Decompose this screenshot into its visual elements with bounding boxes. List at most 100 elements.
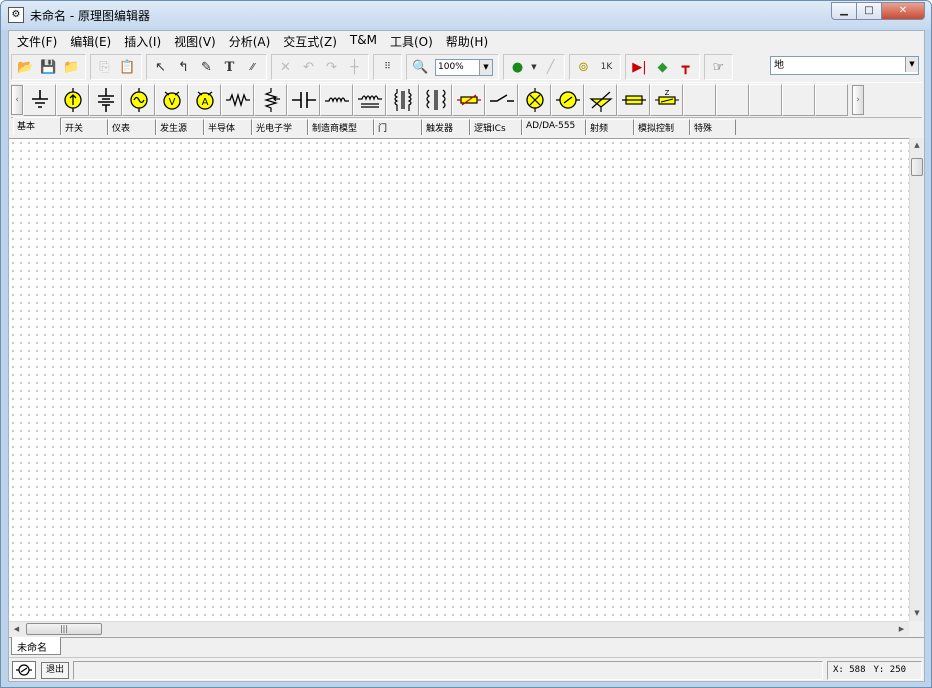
schematic-app-icon[interactable]: ⚙ [8,7,24,23]
led-tool-button[interactable]: ◆ [651,56,674,79]
title-bar[interactable]: ⚙ 未命名 - 原理图编辑器 ▁ □ ✕ [1,1,931,30]
open-button[interactable]: 📁 [60,56,83,79]
part-slot-empty [683,84,716,116]
tab-rf[interactable]: 射频 [586,119,634,135]
part-button[interactable] [221,84,254,116]
voltmeter-tool-button[interactable]: ⊚ [572,56,595,79]
chevron-down-icon[interactable]: ▼ [905,57,918,72]
tab-logic-ics[interactable]: 逻辑ICs [470,119,522,135]
horizontal-scrollbar[interactable]: ◀ ||| ▶ [9,621,909,636]
grid-toggle-button[interactable]: ⠿ [376,56,399,79]
tab-flip-flops[interactable]: 触发器 [422,119,470,135]
vertical-scroll-thumb[interactable] [911,158,923,176]
paste-button[interactable]: 📋 [116,56,139,79]
part-button[interactable] [551,84,584,116]
diode-tool-button[interactable]: ▶| [628,56,651,79]
vertical-scrollbar[interactable]: ▲ ▼ [909,138,924,621]
undo-button[interactable]: ↶ [297,56,320,79]
minimize-button[interactable]: ▁ [831,2,857,20]
zoom-select[interactable]: 100% ▼ [435,58,493,76]
scroll-right-icon[interactable]: ▶ [894,622,909,637]
part-button[interactable] [320,84,353,116]
probe-button[interactable]: ╱ [539,56,562,79]
ac-voltage-source-icon [129,88,148,112]
maximize-button[interactable]: □ [856,2,882,20]
part-button[interactable] [452,84,485,116]
tab-analog-control[interactable]: 模拟控制 [634,119,690,135]
part-button[interactable] [485,84,518,116]
menu-insert[interactable]: 插入(I) [118,31,168,51]
tab-basic[interactable]: 基本 [13,117,61,135]
cursor-y: Y: 250 [873,665,907,675]
zoom-value: 100% [438,61,464,72]
tab-ad-da-555[interactable]: AD/DA-555 [522,119,586,135]
menu-edit[interactable]: 编辑(E) [64,31,118,51]
part-button[interactable] [23,84,56,116]
text-tool-button[interactable]: T [218,56,241,79]
part-button[interactable]: V [155,84,188,116]
open-folder-button[interactable]: 📂 [14,56,37,79]
chevron-down-icon: ▼ [531,63,537,71]
part-button[interactable] [584,84,617,116]
select-tool-button[interactable]: ↖ [149,56,172,79]
svg-text:V: V [168,97,175,108]
pencil-tool-button[interactable]: ✎ [195,56,218,79]
delete-button[interactable]: ✕ [274,56,297,79]
ohmmeter-tool-button[interactable]: 1K [595,56,618,79]
chevron-down-icon[interactable]: ▼ [479,59,492,75]
part-button[interactable] [617,84,650,116]
part-button[interactable]: Z [650,84,683,116]
redo-button[interactable]: ↷ [320,56,343,79]
net-label-select[interactable]: 地 ▼ [770,56,919,75]
parts-scroll-right[interactable]: › [852,85,864,115]
junction-button[interactable]: ┼ [343,56,366,79]
scroll-left-icon[interactable]: ◀ [9,622,24,637]
part-button[interactable] [254,84,287,116]
horizontal-scroll-thumb[interactable]: ||| [26,623,102,635]
net-label-value: 地 [774,60,784,71]
menu-view[interactable]: 视图(V) [168,31,223,51]
dc-analysis-button[interactable]: ● [506,56,529,79]
tab-switches[interactable]: 开关 [61,119,108,135]
part-button[interactable] [353,84,386,116]
save-button[interactable]: 💾 [37,56,60,79]
tab-document[interactable]: 未命名 [11,637,61,655]
schematic-canvas[interactable] [9,138,909,621]
tab-gates[interactable]: 门 [374,119,422,135]
part-button[interactable] [287,84,320,116]
part-button[interactable]: A [188,84,221,116]
exit-button[interactable]: 退出 [41,662,69,679]
tab-sources[interactable]: 发生源 [156,119,204,135]
tab-optoelectronics[interactable]: 光电子学 [252,119,308,135]
parts-scroll-left[interactable]: ‹ [11,85,23,115]
zoom-button[interactable]: 🔍 [409,56,432,79]
rotate-tool-button[interactable]: ⁄⁄ [241,56,264,79]
close-button[interactable]: ✕ [881,2,925,20]
connector-tool-button[interactable]: ┳ [674,56,697,79]
scroll-up-icon[interactable]: ▲ [910,138,924,153]
menu-tm[interactable]: T&M [344,31,384,51]
part-button[interactable] [518,84,551,116]
tab-special[interactable]: 特殊 [690,119,736,135]
wire-tool-button[interactable]: ↰ [172,56,195,79]
part-button[interactable] [56,84,89,116]
menu-tools[interactable]: 工具(O) [384,31,440,51]
menu-interactive[interactable]: 交互式(Z) [277,31,344,51]
scroll-down-icon[interactable]: ▼ [910,606,924,621]
diode-icon: ▶| [632,59,647,75]
part-button[interactable] [89,84,122,116]
dc-analysis-dropdown[interactable]: ▼ [529,56,539,79]
menu-file[interactable]: 文件(F) [11,31,64,51]
tab-semiconductors[interactable]: 半导体 [204,119,252,135]
copy-button[interactable]: ⎘ [93,56,116,79]
label-tool-button[interactable]: ☞ [707,56,730,79]
simulation-status-button[interactable] [12,661,36,679]
menu-analysis[interactable]: 分析(A) [223,31,278,51]
tab-vendor-models[interactable]: 制造商模型 [308,119,374,135]
paste-icon: 📋 [119,59,136,75]
menu-help[interactable]: 帮助(H) [440,31,495,51]
tab-meters[interactable]: 仪表 [108,119,156,135]
part-button[interactable] [419,84,452,116]
part-button[interactable] [122,84,155,116]
part-button[interactable] [386,84,419,116]
